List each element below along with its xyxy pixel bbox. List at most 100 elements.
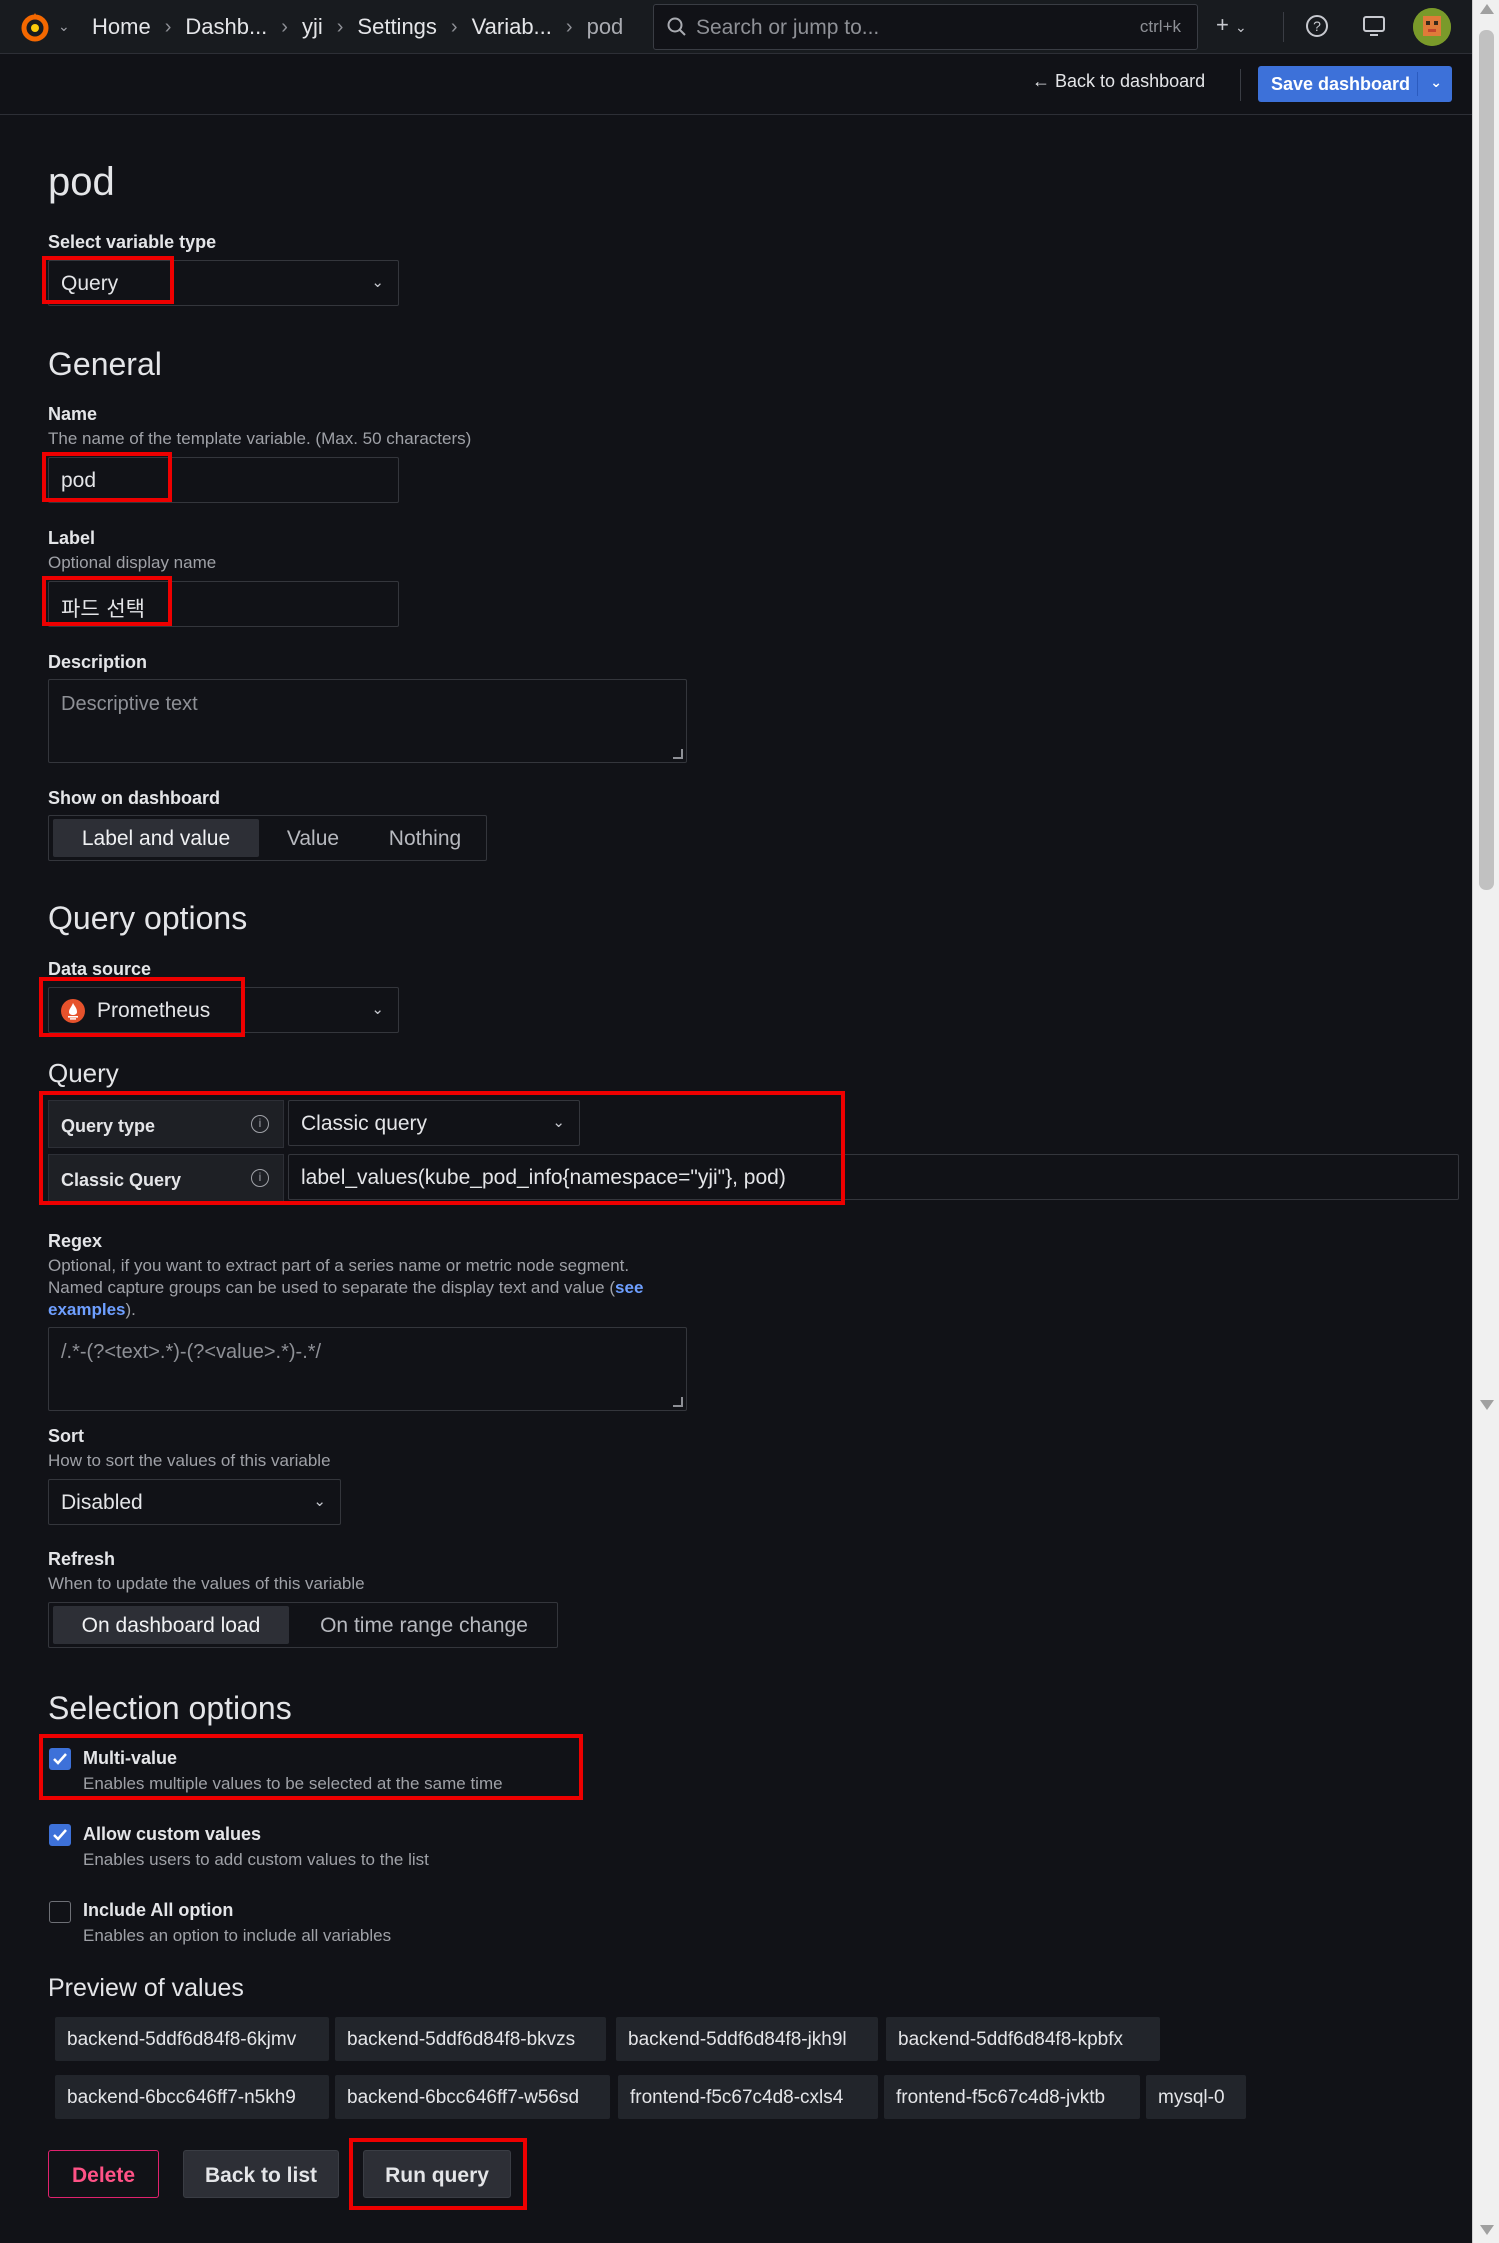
breadcrumb: Home › Dashb... › yji › Settings › Varia…: [92, 0, 623, 54]
show-option-value[interactable]: Value: [263, 819, 363, 857]
regex-placeholder: /.*-(?<text>.*)-(?<value>.*)-.*/: [61, 1341, 322, 1363]
preview-value-chip: backend-5ddf6d84f8-jkh9l: [616, 2017, 878, 2061]
top-navigation-bar: ⌄ Home › Dashb... › yji › Settings › Var…: [0, 0, 1472, 54]
user-avatar[interactable]: [1413, 8, 1451, 46]
variable-type-value: Query: [61, 272, 119, 295]
include-all-option-label[interactable]: Include All option: [83, 1900, 233, 1921]
multi-value-label[interactable]: Multi-value: [83, 1748, 177, 1769]
run-query-button[interactable]: Run query: [363, 2150, 511, 2198]
regex-see-link[interactable]: see: [615, 1278, 643, 1297]
regex-description-line-2: Named capture groups can be used to sepa…: [48, 1277, 643, 1299]
keyboard-shortcut-hint: ctrl+k: [1139, 17, 1181, 36]
show-option-label: Label and value: [81, 827, 231, 850]
back-to-dashboard-label: Back to dashboard: [1055, 71, 1206, 91]
arrow-left-icon: ←: [1032, 71, 1050, 91]
description-label: Description: [48, 652, 148, 672]
search-input[interactable]: Search or jump to... ctrl+k: [653, 4, 1198, 50]
preview-value-text: backend-6bcc646ff7-w56sd: [347, 2087, 580, 2108]
save-dashboard-button[interactable]: Save dashboard ⌄: [1258, 66, 1452, 102]
name-label: Name: [48, 404, 98, 424]
preview-value-chip: backend-5ddf6d84f8-6kjmv: [55, 2017, 329, 2061]
refresh-option-dashboard-load[interactable]: On dashboard load: [53, 1606, 289, 1644]
resize-handle-icon[interactable]: [673, 749, 683, 759]
refresh-description: When to update the values of this variab…: [48, 1574, 365, 1593]
back-to-dashboard-link[interactable]: ← Back to dashboard: [1032, 71, 1205, 92]
show-option-label: Value: [286, 827, 340, 850]
sort-description: How to sort the values of this variable: [48, 1451, 331, 1470]
chevron-down-icon[interactable]: ⌄: [1430, 74, 1442, 91]
allow-custom-values-label[interactable]: Allow custom values: [83, 1824, 261, 1845]
toolbar-divider: [1240, 69, 1241, 101]
chevron-down-icon: ⌄: [313, 1493, 326, 1510]
classic-query-label-text: Classic Query: [61, 1170, 182, 1190]
include-all-option-checkbox[interactable]: [49, 1901, 71, 1923]
search-placeholder: Search or jump to...: [696, 16, 880, 39]
preview-value-text: backend-5ddf6d84f8-6kjmv: [67, 2029, 297, 2050]
regex-textarea[interactable]: /.*-(?<text>.*)-(?<value>.*)-.*/: [48, 1327, 687, 1411]
save-dashboard-label: Save dashboard: [1271, 74, 1411, 94]
name-field[interactable]: pod: [48, 457, 399, 503]
sort-label: Sort: [48, 1426, 84, 1446]
breadcrumb-separator-icon: ›: [450, 15, 458, 38]
preview-value-text: backend-5ddf6d84f8-bkvzs: [347, 2029, 576, 2050]
selection-options-heading: Selection options: [48, 1690, 292, 1726]
variable-type-select[interactable]: Query ⌄: [48, 260, 399, 306]
info-icon[interactable]: i: [251, 1169, 269, 1187]
include-all-option-description: Enables an option to include all variabl…: [83, 1926, 392, 1945]
show-option-nothing[interactable]: Nothing: [367, 819, 483, 857]
refresh-option-label: On time range change: [320, 1614, 528, 1637]
delete-button[interactable]: Delete: [48, 2150, 159, 2198]
grafana-logo-icon[interactable]: [18, 10, 52, 44]
breadcrumb-dashboards[interactable]: Dashb...: [185, 14, 267, 40]
show-option-label-and-value[interactable]: Label and value: [53, 819, 259, 857]
back-to-list-button[interactable]: Back to list: [183, 2150, 339, 2198]
variable-type-label: Select variable type: [48, 232, 217, 252]
dashboard-toolbar: ← Back to dashboard Save dashboard ⌄: [0, 55, 1472, 115]
page-scrollbar[interactable]: [1472, 0, 1499, 2243]
classic-query-input[interactable]: label_values(kube_pod_info{namespace="yj…: [288, 1154, 1459, 1200]
label-description: Optional display name: [48, 553, 217, 572]
preview-value-text: backend-5ddf6d84f8-jkh9l: [628, 2029, 847, 2050]
query-options-heading: Query options: [48, 900, 248, 936]
refresh-label: Refresh: [48, 1549, 116, 1569]
query-heading: Query: [48, 1058, 119, 1088]
data-source-label: Data source: [48, 959, 152, 979]
button-split-divider: [1417, 72, 1418, 96]
svg-text:?: ?: [1313, 18, 1321, 34]
add-new-plus-icon[interactable]: + ⌄: [1216, 12, 1247, 38]
breadcrumb-settings[interactable]: Settings: [357, 14, 437, 40]
name-description: The name of the template variable. (Max.…: [48, 429, 472, 448]
scroll-up-arrow-icon[interactable]: [1480, 4, 1494, 14]
breadcrumb-variables[interactable]: Variab...: [472, 14, 552, 40]
description-textarea[interactable]: Descriptive text: [48, 679, 687, 763]
info-icon[interactable]: i: [251, 1115, 269, 1133]
query-type-select[interactable]: Classic query ⌄: [288, 1100, 580, 1146]
regex-examples-link[interactable]: examples: [48, 1300, 126, 1319]
scrollbar-thumb[interactable]: [1479, 30, 1494, 890]
breadcrumb-home[interactable]: Home: [92, 14, 151, 40]
toolbar-divider: [1283, 12, 1284, 42]
scroll-down-arrow-icon[interactable]: [1480, 1400, 1494, 1410]
help-icon[interactable]: ?: [1305, 14, 1329, 38]
breadcrumb-dashboard[interactable]: yji: [302, 14, 323, 40]
regex-label: Regex: [48, 1231, 103, 1251]
refresh-option-time-range-change[interactable]: On time range change: [293, 1606, 555, 1644]
data-source-picker[interactable]: Prometheus ⌄: [48, 987, 399, 1033]
allow-custom-values-checkbox[interactable]: [49, 1824, 71, 1846]
sort-value: Disabled: [61, 1491, 143, 1514]
multi-value-checkbox[interactable]: [49, 1748, 71, 1770]
news-icon[interactable]: [1362, 14, 1386, 38]
preview-value-text: frontend-f5c67c4d8-jvktb: [896, 2087, 1106, 2108]
sort-select[interactable]: Disabled ⌄: [48, 1479, 341, 1525]
menu-chevron-down-icon[interactable]: ⌄: [58, 18, 70, 35]
scroll-down-arrow-icon[interactable]: [1480, 2225, 1494, 2235]
preview-value-text: mysql-0: [1158, 2087, 1225, 2108]
page-title: pod: [48, 160, 115, 204]
regex-description-line-1: Optional, if you want to extract part of…: [48, 1256, 630, 1275]
refresh-radio-group: On dashboard load On time range change: [48, 1602, 558, 1648]
show-on-dashboard-radio-group: Label and value Value Nothing: [48, 815, 487, 861]
display-label-field[interactable]: 파드 선택: [48, 581, 399, 627]
general-heading: General: [48, 346, 162, 382]
resize-handle-icon[interactable]: [673, 1397, 683, 1407]
breadcrumb-current: pod: [586, 14, 624, 39]
